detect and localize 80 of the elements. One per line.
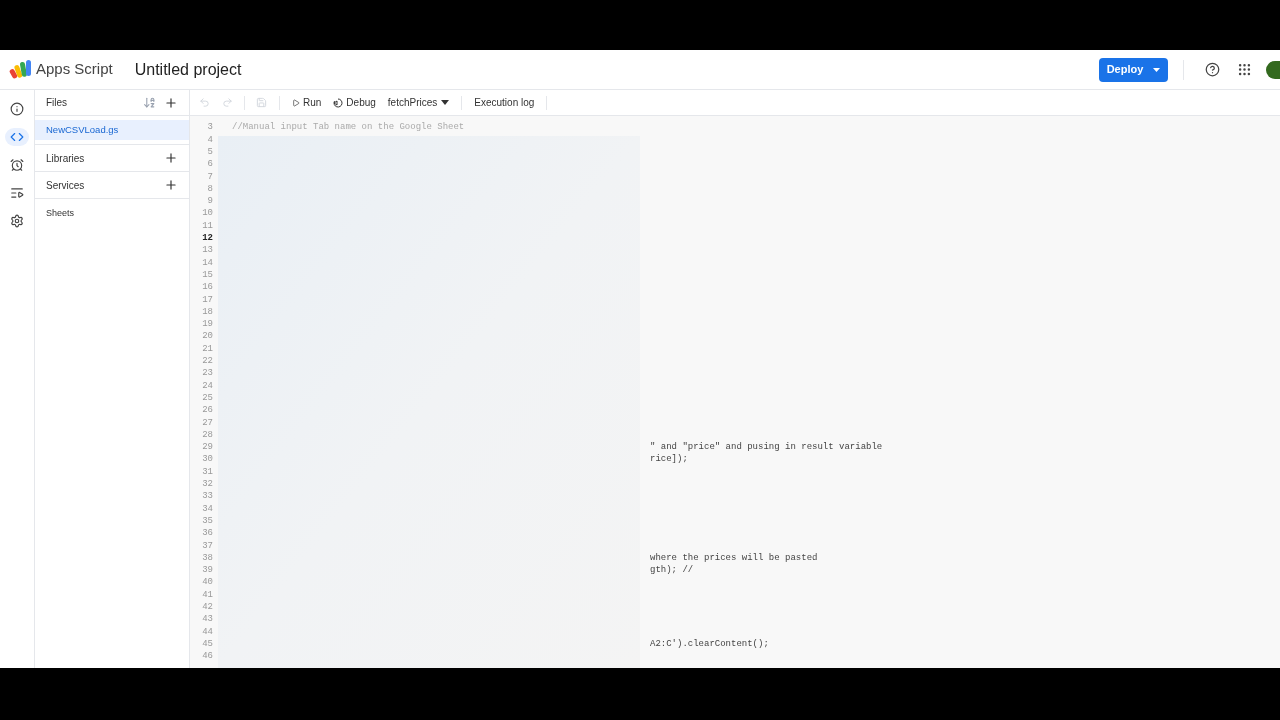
help-icon[interactable]	[1205, 62, 1220, 77]
service-item[interactable]: Sheets	[35, 199, 189, 229]
apps-grid-icon[interactable]	[1237, 62, 1252, 77]
line-number: 29	[201, 441, 213, 455]
code-comment: //Manual input Tab name on the Google Sheet	[232, 122, 465, 133]
caret-icon	[1153, 67, 1161, 72]
settings-icon	[10, 214, 24, 228]
line-number: 14	[201, 256, 213, 270]
caret-icon	[441, 100, 450, 105]
rail-item[interactable]	[5, 128, 29, 146]
debug-icon	[333, 97, 344, 108]
line-number: 32	[201, 478, 213, 491]
line-number: 26	[201, 404, 213, 418]
info-icon	[10, 102, 24, 116]
line-number: 20	[201, 330, 213, 344]
line-number: 25	[201, 391, 213, 405]
line-number: 41	[201, 588, 213, 602]
files-heading: Files	[46, 96, 68, 110]
run-button[interactable]: Run	[292, 95, 322, 110]
function-select[interactable]: fetchPrices	[387, 95, 450, 110]
line-number: 45	[201, 637, 213, 651]
line-number: 3	[206, 121, 213, 135]
code-text: rice]);	[649, 453, 688, 467]
code-icon	[10, 130, 24, 144]
line-number: 24	[201, 379, 213, 393]
line-number: 30	[201, 453, 213, 467]
deploy-button[interactable]: Deploy	[1099, 57, 1168, 82]
line-number: 15	[201, 268, 213, 282]
add-file-icon[interactable]	[164, 95, 178, 110]
line-number: 12	[201, 232, 213, 246]
project-title[interactable]: Untitled project	[134, 57, 242, 82]
debug-button[interactable]: Debug	[333, 95, 376, 110]
logo-icon	[9, 59, 33, 80]
line-number: 46	[201, 650, 213, 664]
line-number: 31	[201, 465, 213, 479]
line-number: 10	[201, 207, 213, 221]
line-number: 28	[201, 428, 213, 442]
file-item[interactable]: NewCSVLoad.gs	[35, 120, 189, 140]
execution-log-button[interactable]: Execution log	[474, 95, 535, 110]
line-number: 13	[201, 244, 213, 258]
code-text: A2:C').clearContent();	[649, 637, 769, 651]
sort-icon[interactable]	[143, 96, 156, 109]
line-number: 11	[201, 219, 213, 233]
line-number: 21	[201, 342, 213, 356]
line-number: 36	[201, 527, 213, 541]
app-name: Apps Script	[36, 59, 113, 80]
line-number: 18	[201, 305, 213, 319]
line-number: 5	[206, 146, 213, 159]
code-text: gth); //	[649, 564, 694, 578]
alarm-clock-icon	[10, 158, 24, 172]
code-text: where the prices will be pasted	[649, 551, 818, 565]
line-number: 8	[206, 182, 213, 196]
line-number: 7	[206, 170, 213, 184]
line-number: 35	[201, 514, 213, 528]
line-number: 37	[201, 539, 213, 553]
avatar[interactable]	[1266, 60, 1280, 79]
line-number: 22	[201, 355, 213, 369]
line-number: 6	[206, 158, 213, 172]
section-heading: Libraries	[46, 151, 85, 166]
line-number: 9	[206, 195, 213, 209]
line-number: 43	[201, 613, 213, 627]
line-number: 44	[201, 625, 213, 639]
line-number: 33	[201, 490, 213, 504]
line-number: 17	[201, 293, 213, 307]
line-number: 4	[206, 133, 213, 147]
line-number: 38	[201, 551, 213, 565]
line-number: 23	[201, 367, 213, 381]
code-text: " and "price" and pusing in result variable	[649, 441, 883, 454]
line-number: 16	[201, 281, 213, 295]
line-number: 34	[201, 502, 213, 516]
section-heading: Services	[46, 178, 85, 193]
play-icon	[292, 98, 300, 107]
line-number: 40	[201, 576, 213, 590]
line-number: 39	[201, 564, 213, 578]
line-number: 19	[201, 318, 213, 332]
add-icon[interactable]	[164, 151, 178, 165]
line-number: 42	[201, 601, 213, 614]
list-play-icon	[10, 186, 24, 200]
line-number: 27	[201, 416, 213, 430]
add-icon[interactable]	[164, 178, 178, 192]
